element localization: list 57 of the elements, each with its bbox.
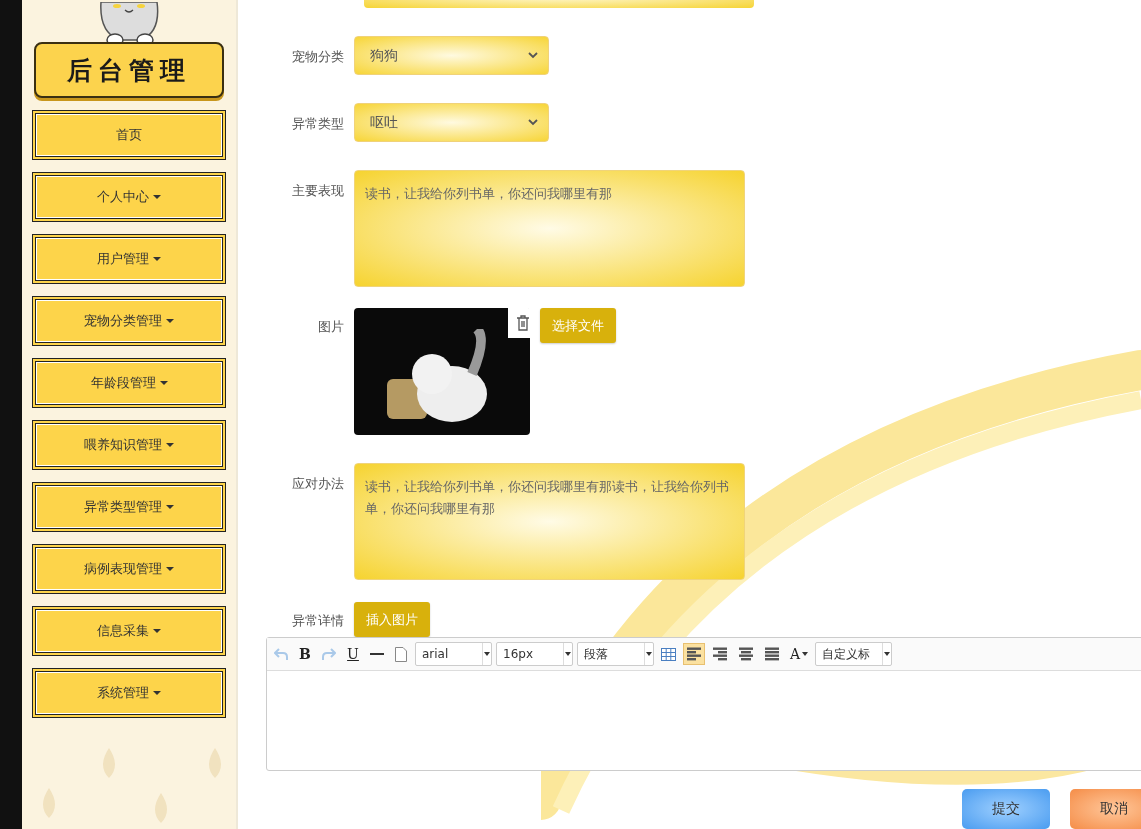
toolbar-button[interactable]	[683, 643, 705, 665]
toolbar-dropdown[interactable]: arial	[415, 642, 492, 666]
chevron-down-icon	[528, 119, 538, 126]
toolbar-button[interactable]: U	[343, 643, 363, 665]
rich-text-editor[interactable]: B U arial 16px 段落 A 自定义标	[266, 637, 1141, 771]
toolbar-button[interactable]: A	[787, 643, 812, 665]
caret-icon	[153, 257, 161, 261]
page-icon	[395, 646, 407, 662]
select-field[interactable]: 呕吐	[354, 103, 549, 142]
field-label: 图片	[317, 318, 345, 336]
toolbar-dropdown[interactable]: 自定义标	[815, 642, 893, 666]
caret-icon	[565, 652, 571, 656]
align-left-icon	[686, 647, 702, 661]
menu-item[interactable]: 病例表现管理	[32, 544, 226, 594]
align-center-icon	[738, 647, 754, 661]
caret-icon	[166, 443, 174, 447]
trash-icon	[516, 315, 530, 331]
caret-icon	[153, 691, 161, 695]
caret-icon	[484, 652, 490, 656]
menu-item[interactable]: 首页	[32, 110, 226, 160]
caret-icon	[646, 652, 652, 656]
submit-button[interactable]: 提交	[962, 789, 1050, 829]
text-area[interactable]: 读书，让我给你列书单，你还问我哪里有那	[354, 170, 745, 287]
menu-item[interactable]: 宠物分类管理	[32, 296, 226, 346]
caret-icon	[159, 381, 168, 385]
select-field[interactable]: 狗狗	[354, 36, 549, 75]
menu-item[interactable]: 用户管理	[32, 234, 226, 284]
field-label: 异常详情	[291, 612, 345, 630]
menu-item[interactable]: 个人中心	[32, 172, 226, 222]
toolbar-button[interactable]: B	[295, 643, 315, 665]
caret-icon	[166, 505, 174, 509]
undo-icon	[274, 647, 288, 661]
menu-item[interactable]: 系统管理	[32, 668, 226, 718]
justify-icon	[764, 647, 780, 661]
menu-item[interactable]: 喂养知识管理	[32, 420, 226, 470]
field-label: 应对办法	[291, 475, 345, 493]
field-label: 主要表现	[291, 182, 345, 200]
align-right-icon	[712, 647, 728, 661]
caret-icon	[153, 195, 161, 199]
text-area[interactable]: 读书，让我给你列书单，你还问我哪里有那读书，让我给你列书单，你还问我哪里有那	[354, 463, 745, 580]
table-icon	[661, 647, 676, 661]
field-label: 宠物分类	[291, 48, 345, 66]
cancel-button[interactable]: 取消	[1070, 789, 1141, 829]
menu-item[interactable]: 信息采集	[32, 606, 226, 656]
horizontal-rule-icon	[370, 652, 384, 656]
caret-icon	[153, 629, 161, 633]
caret-icon	[166, 319, 174, 323]
menu-item[interactable]: 年龄段管理	[32, 358, 226, 408]
caret-icon	[884, 652, 891, 656]
sidebar-title: 后台管理	[34, 42, 224, 98]
caret-icon	[166, 567, 174, 571]
field-label: 异常类型	[291, 115, 345, 133]
toolbar-dropdown[interactable]: 段落	[577, 642, 654, 666]
redo-icon	[322, 647, 336, 661]
toolbar-dropdown[interactable]: 16px	[496, 642, 573, 666]
menu-item[interactable]: 异常类型管理	[32, 482, 226, 532]
chevron-down-icon	[528, 52, 538, 59]
